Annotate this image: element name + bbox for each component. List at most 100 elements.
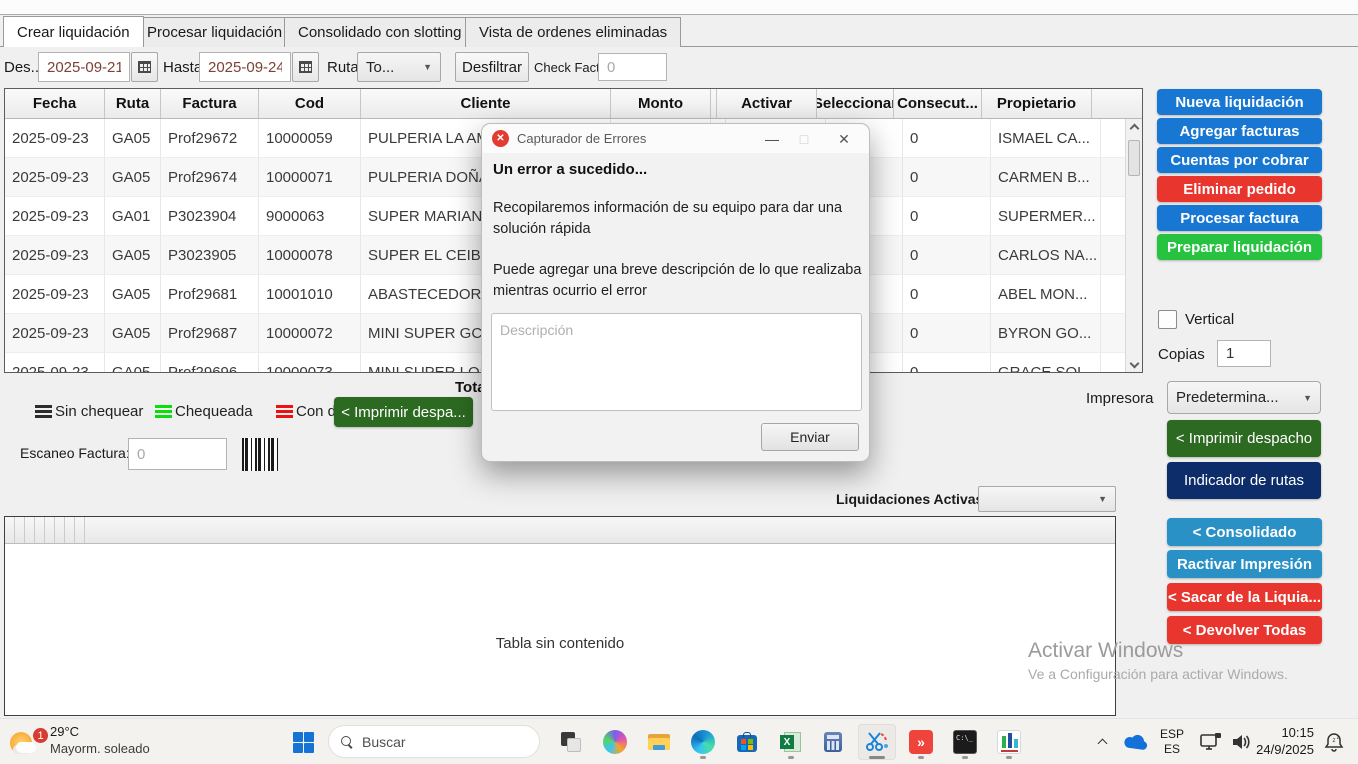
desde-calendar-button[interactable] [131,52,158,82]
col-header-ruta[interactable]: Ruta [105,89,161,118]
cell-factura: P3023904 [161,197,259,235]
ruta-dropdown[interactable]: To... ▼ [357,52,441,82]
snipping-tool-icon[interactable] [858,724,896,760]
enviar-button[interactable]: Enviar [761,423,859,451]
consolidado-button[interactable]: < Consolidado [1167,518,1322,546]
cell-cod: 10000072 [259,314,361,352]
close-icon[interactable]: ✕ [831,128,857,150]
col-header-consecutivo[interactable]: Consecut... [894,89,982,118]
col-header-monto[interactable]: Monto [611,89,711,118]
devolver-todas-button[interactable]: < Devolver Todas [1167,616,1322,644]
edge-icon[interactable] [684,724,722,760]
weather-widget[interactable]: 1 29°C Mayorm. soleado [6,722,206,762]
cell-fecha: 2025-09-23 [5,119,105,157]
escaneo-factura-input[interactable] [128,438,227,470]
cell-propietario: ISMAEL CA... [991,119,1101,157]
description-textarea[interactable] [491,313,862,411]
tab-crear-liquidacion[interactable]: Crear liquidación [3,16,144,47]
volume-icon[interactable] [1226,724,1256,760]
dialog-heading: Un error a sucedido... [493,161,647,178]
cell-cod: 9000063 [259,197,361,235]
desde-date-input[interactable] [38,52,130,82]
language-indicator[interactable]: ESP ES [1155,724,1189,760]
taskbar: 1 29°C Mayorm. soleado [0,718,1358,764]
escaneo-factura-label: Escaneo Factura: [20,445,130,461]
tab-ordenes-eliminadas[interactable]: Vista de ordenes eliminadas [465,17,681,47]
hasta-date-input[interactable] [199,52,291,82]
tab-procesar-liquidacion[interactable]: Procesar liquidación [133,17,296,47]
rows-red-icon [276,405,293,418]
svg-text:z: z [1333,738,1336,744]
col-header-factura[interactable]: Factura [161,89,259,118]
col-header-cod[interactable]: Cod [259,89,361,118]
ractivar-impresion-button[interactable]: Ractivar Impresión [1167,550,1322,578]
vertical-checkbox[interactable] [1158,310,1177,329]
cell-ruta: GA01 [105,197,161,235]
preparar-liquidacion-button[interactable]: Preparar liquidación [1157,234,1322,260]
imprimir-despacho-short-button[interactable]: < Imprimir despa... [334,397,473,427]
impresora-dropdown[interactable]: Predetermina... ▼ [1167,381,1321,414]
col-header-cliente[interactable]: Cliente [361,89,611,118]
desfiltrar-button[interactable]: Desfiltrar [455,52,529,82]
invoice-table-header: Fecha Ruta Factura Cod Cliente Monto Act… [5,89,1142,119]
scroll-down-icon[interactable] [1130,359,1140,369]
copias-input[interactable] [1217,340,1271,367]
agregar-facturas-button[interactable]: Agregar facturas [1157,118,1322,144]
cell-extra [1101,236,1125,274]
cell-extra [1101,275,1125,313]
cell-consecutivo: 0 [903,275,991,313]
chevron-down-icon: ▼ [1098,494,1107,504]
nueva-liquidacion-button[interactable]: Nueva liquidación [1157,89,1322,115]
col-header-fecha[interactable]: Fecha [5,89,105,118]
legend-chequeada: Chequeada [155,403,253,420]
check-fact-input[interactable] [598,53,667,81]
copilot-icon[interactable] [596,724,634,760]
cell-fecha: 2025-09-23 [5,236,105,274]
col-header-seleccionar[interactable]: Seleccionar [817,89,894,118]
cell-ruta: GA05 [105,158,161,196]
tab-consolidado-slotting[interactable]: Consolidado con slotting [284,17,475,47]
eliminar-pedido-button[interactable]: Eliminar pedido [1157,176,1322,202]
hasta-calendar-button[interactable] [292,52,319,82]
col-header-activar[interactable]: Activar [717,89,817,118]
cell-propietario: BYRON GO... [991,314,1101,352]
vertical-label: Vertical [1185,311,1234,328]
notifications-bell-icon[interactable]: z z [1318,724,1350,760]
procesar-factura-button[interactable]: Procesar factura [1157,205,1322,231]
maximize-button[interactable]: □ [791,128,817,150]
col-header-propietario[interactable]: Propietario [982,89,1092,118]
liquidaciones-activas-dropdown[interactable]: ▼ [978,486,1116,512]
taskbar-search[interactable] [328,725,540,758]
network-icon[interactable] [1196,724,1226,760]
scroll-up-icon[interactable] [1130,124,1140,134]
minimize-button[interactable]: — [759,128,785,150]
cell-consecutivo: 0 [903,158,991,196]
onedrive-cloud-icon[interactable] [1120,724,1152,760]
microsoft-store-icon[interactable] [728,724,766,760]
cuentas-por-cobrar-button[interactable]: Cuentas por cobrar [1157,147,1322,173]
excel-icon[interactable]: X [772,724,810,760]
notification-badge: 1 [32,727,49,744]
cell-extra [1101,353,1125,373]
task-view-icon[interactable] [552,724,590,760]
tray-date: 24/9/2025 [1256,742,1314,759]
table-scrollbar[interactable] [1125,119,1142,372]
indicador-de-rutas-button[interactable]: Indicador de rutas [1167,462,1321,499]
search-input[interactable] [362,734,512,750]
sacar-de-liquidacion-button[interactable]: < Sacar de la Liquia... [1167,583,1322,611]
dialog-titlebar[interactable]: ✕ Capturador de Errores — □ ✕ [482,124,869,153]
reporting-app-icon[interactable] [990,724,1028,760]
terminal-icon[interactable]: C:\_ [946,724,984,760]
calculator-icon[interactable] [814,724,852,760]
clock[interactable]: 10:15 24/9/2025 [1256,725,1314,759]
copias-label: Copias [1158,346,1205,363]
start-button[interactable] [286,725,320,759]
tray-chevron-up-icon[interactable] [1090,724,1116,760]
anydesk-icon[interactable]: » [902,724,940,760]
rows-green-icon [155,405,172,418]
imprimir-despacho-button[interactable]: < Imprimir despacho [1167,420,1321,457]
cell-extra [1101,119,1125,157]
scrollbar-thumb[interactable] [1128,140,1140,176]
file-explorer-icon[interactable] [640,724,678,760]
search-icon [341,736,353,748]
